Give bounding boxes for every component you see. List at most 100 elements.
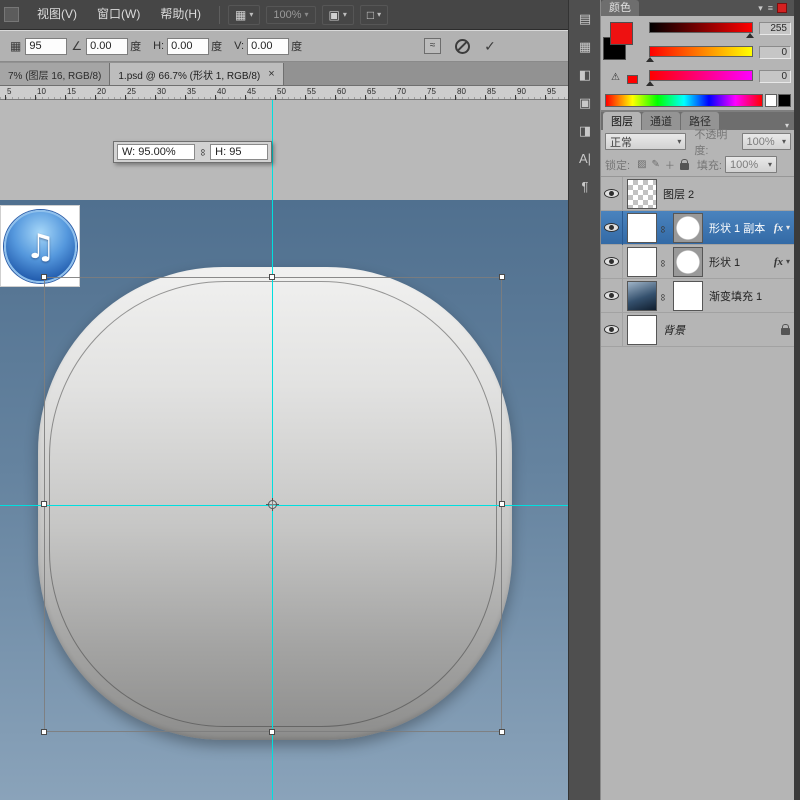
visibility-toggle[interactable] <box>601 177 623 211</box>
warp-mode-icon[interactable]: ≈ <box>424 38 441 54</box>
green-value-field[interactable]: 0 <box>759 46 791 59</box>
transform-handle-bottom-center[interactable] <box>269 729 275 735</box>
layer-row-shape1[interactable]: ∞ 形状 1 fx ▾ <box>601 245 795 279</box>
layer-thumbnail[interactable] <box>627 179 657 209</box>
navigator-icon[interactable]: ▣ <box>569 90 601 118</box>
reference-point-icon[interactable]: ▦ <box>10 39 21 53</box>
red-slider[interactable] <box>649 22 753 33</box>
lock-all-icon[interactable] <box>680 163 689 170</box>
h-skew-input[interactable] <box>167 38 209 55</box>
layer-fx-badge[interactable]: fx <box>774 222 783 234</box>
menu-help[interactable]: 帮助(H) <box>150 0 211 29</box>
layer-fx-badge[interactable]: fx <box>774 256 783 268</box>
arrange-documents-button[interactable]: ▣ ▾ <box>322 5 354 25</box>
panels-icon[interactable]: ▤ <box>569 6 601 34</box>
chevron-down-icon[interactable]: ▾ <box>758 3 763 14</box>
horizontal-ruler[interactable]: 5101520253035404550556065707580859095 <box>0 86 568 100</box>
blend-mode-dropdown[interactable]: 正常 ▾ <box>605 133 686 150</box>
color-spectrum-ramp[interactable] <box>605 94 763 107</box>
extras-icon: ▦ <box>235 8 246 22</box>
styles-icon[interactable]: ◧ <box>569 62 601 90</box>
transform-bounding-box[interactable] <box>44 277 502 732</box>
gamut-warning-icon[interactable]: ⚠ <box>611 72 620 83</box>
visibility-toggle[interactable] <box>601 245 623 279</box>
transform-reference-point[interactable] <box>266 498 279 511</box>
blue-value-field[interactable]: 0 <box>759 70 791 83</box>
tab-color[interactable]: 颜色 <box>601 0 639 16</box>
transform-handle-top-center[interactable] <box>269 274 275 280</box>
tab-layers[interactable]: 图层 <box>603 112 641 130</box>
transform-handle-top-left[interactable] <box>41 274 47 280</box>
app-icon <box>4 7 19 22</box>
blue-slider-handle[interactable] <box>646 81 654 86</box>
panel-menu-icon[interactable]: ≡ <box>768 3 773 13</box>
commit-transform-button[interactable]: ✓ <box>484 38 496 55</box>
blue-slider[interactable] <box>649 70 753 81</box>
layer-row-shape1-copy[interactable]: ∞ 形状 1 副本 fx ▾ <box>601 211 795 245</box>
lock-pixels-icon[interactable]: ✎ <box>652 159 660 170</box>
lock-transparency-icon[interactable]: ▨ <box>637 159 646 170</box>
foreground-color-swatch[interactable] <box>610 22 633 45</box>
rotate-input[interactable] <box>86 38 128 55</box>
menu-view[interactable]: 视图(V) <box>27 0 87 29</box>
zoom-level-button[interactable]: 100% ▾ <box>266 6 315 24</box>
fill-dropdown[interactable]: 100% ▾ <box>725 156 777 173</box>
ruler-tick: 45 <box>245 87 256 96</box>
opacity-dropdown[interactable]: 100% ▾ <box>742 133 791 150</box>
document-tab-active[interactable]: 1.psd @ 66.7% (形状 1, RGB/8) × <box>110 63 283 85</box>
ruler-tick: 70 <box>395 87 406 96</box>
green-slider[interactable] <box>649 46 753 57</box>
ramp-white-swatch[interactable] <box>765 94 777 107</box>
fx-expand-icon[interactable]: ▾ <box>786 257 790 266</box>
chevron-down-icon: ▾ <box>377 10 381 19</box>
visibility-toggle[interactable] <box>601 313 623 347</box>
v-skew-input[interactable] <box>247 38 289 55</box>
green-slider-handle[interactable] <box>646 57 654 62</box>
red-value-field[interactable]: 255 <box>759 22 791 35</box>
layer-row-background[interactable]: 背景 <box>601 313 795 347</box>
scale-input[interactable] <box>25 38 67 55</box>
transform-handle-middle-left[interactable] <box>41 501 47 507</box>
fx-expand-icon[interactable]: ▾ <box>786 223 790 232</box>
height-readout-field[interactable]: H: 95 <box>210 144 268 160</box>
layer-thumbnail[interactable] <box>627 213 657 243</box>
link-icon[interactable]: ∞ <box>197 148 208 155</box>
visibility-toggle[interactable] <box>601 211 623 245</box>
vector-mask-thumbnail[interactable] <box>673 213 703 243</box>
cancel-transform-button[interactable] <box>455 39 470 54</box>
document-tab-background[interactable]: 7% (图层 16, RGB/8) <box>0 63 110 85</box>
layer-row-layer2[interactable]: 图层 2 <box>601 177 795 211</box>
width-readout-field[interactable]: W: 95.00% <box>117 144 195 160</box>
screen-mode-button[interactable]: □ ▾ <box>360 5 388 25</box>
transform-handle-middle-right[interactable] <box>499 501 505 507</box>
gamut-warning-swatch[interactable] <box>627 75 638 84</box>
layer-row-gradient-fill[interactable]: ∞ 渐变填充 1 <box>601 279 795 313</box>
character-panel-icon[interactable]: A| <box>569 146 601 174</box>
tab-channels[interactable]: 通道 <box>642 112 680 130</box>
transform-handle-bottom-right[interactable] <box>499 729 505 735</box>
close-icon[interactable]: × <box>268 68 274 80</box>
layer-thumbnail[interactable] <box>627 281 657 311</box>
history-icon[interactable]: ▦ <box>569 34 601 62</box>
visibility-toggle[interactable] <box>601 279 623 313</box>
red-slider-handle[interactable] <box>746 33 754 38</box>
extras-button[interactable]: ▦ ▾ <box>228 5 260 25</box>
vector-mask-thumbnail[interactable] <box>673 247 703 277</box>
paragraph-panel-icon[interactable]: ¶ <box>569 174 601 202</box>
transform-options-bar: ▦ ∠ 度 H: 度 V: 度 ≈ ✓ <box>0 30 568 62</box>
menu-window[interactable]: 窗口(W) <box>87 0 150 29</box>
color-panel-body: 255 0 0 ⚠ <box>601 16 795 110</box>
layer-name: 形状 1 副本 <box>709 220 765 236</box>
mask-thumbnail[interactable] <box>673 281 703 311</box>
transform-handle-bottom-left[interactable] <box>41 729 47 735</box>
layer-thumbnail[interactable] <box>627 315 657 345</box>
info-icon[interactable]: ◨ <box>569 118 601 146</box>
mask-link-icon[interactable]: ∞ <box>657 253 669 271</box>
transform-handle-top-right[interactable] <box>499 274 505 280</box>
mask-link-icon[interactable]: ∞ <box>657 287 669 305</box>
chevron-down-icon: ▾ <box>776 137 786 146</box>
mask-link-icon[interactable]: ∞ <box>657 219 669 237</box>
ramp-black-swatch[interactable] <box>778 94 791 107</box>
lock-position-icon[interactable]: ＋ <box>665 157 675 172</box>
layer-thumbnail[interactable] <box>627 247 657 277</box>
